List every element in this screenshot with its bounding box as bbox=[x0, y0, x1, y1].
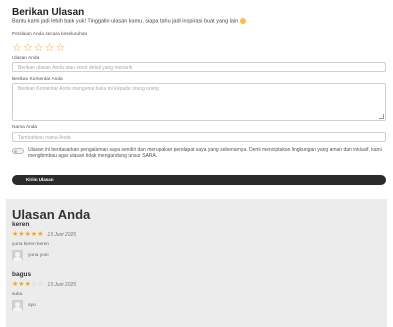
star-outline-icon[interactable]: ☆ bbox=[12, 42, 22, 53]
star-outline-icon[interactable]: ☆ bbox=[23, 42, 33, 53]
star-outline-icon[interactable]: ☆ bbox=[56, 42, 66, 53]
user-avatar-icon bbox=[12, 250, 23, 261]
reviewer: ayu bbox=[12, 300, 372, 311]
form-title: Berikan Ulasan bbox=[12, 7, 85, 18]
review-rating-stars: ★ ★ ★ ★ ★ bbox=[12, 231, 43, 238]
smile-emoji-icon bbox=[240, 18, 247, 24]
user-avatar-icon bbox=[12, 300, 23, 311]
review-rating-stars: ★ ★ ★ ☆ ☆ bbox=[12, 281, 43, 288]
review-date: 13 Juni 2025 bbox=[47, 281, 77, 288]
reviewer-name: yuna yuni bbox=[28, 253, 49, 258]
consent-toggle[interactable] bbox=[12, 148, 24, 154]
review-input-placeholder: Berikan ulasan Anda atau sorot detail ya… bbox=[18, 65, 133, 71]
review-title: bagus bbox=[12, 271, 32, 278]
review-body: yuna keren keren bbox=[12, 242, 50, 247]
reviewer-name: ayu bbox=[28, 303, 36, 308]
review-date: 13 Juni 2025 bbox=[47, 231, 77, 238]
comment-textarea[interactable]: Berikan Komentar Anda mengenai buku ini … bbox=[12, 83, 386, 121]
comment-textarea-placeholder: Berikan Komentar Anda mengenai buku ini … bbox=[18, 86, 159, 92]
reviews-title: Ulasan Anda bbox=[12, 207, 91, 222]
rating-label: Penilaian Anda secara keseluruhan bbox=[12, 32, 88, 37]
consent-row: Ulasan ini berdasarkan pengalaman saya s… bbox=[12, 147, 386, 160]
form-subtitle-text: Bantu kami jadi lebih baik yuk! Tinggali… bbox=[12, 18, 239, 25]
your-reviews-section: Ulasan Anda keren ★ ★ ★ ★ ★ 13 Juni 2025 yun… bbox=[6, 199, 387, 327]
review-item: keren ★ ★ ★ ★ ★ 13 Juni 2025 yuna keren kere… bbox=[12, 221, 372, 261]
reviewer: yuna yuni bbox=[12, 250, 372, 261]
consent-text: Ulasan ini berdasarkan pengalaman saya s… bbox=[28, 147, 382, 160]
comment-label: Berikan Komentar Anda bbox=[12, 77, 63, 82]
review-title: keren bbox=[12, 221, 30, 228]
name-label: Nama Anda bbox=[12, 125, 38, 130]
review-form: Berikan Ulasan Bantu kami jadi lebih bai… bbox=[6, 4, 387, 188]
review-input[interactable]: Berikan ulasan Anda atau sorot detail ya… bbox=[12, 62, 386, 72]
review-meta: ★ ★ ★ ☆ ☆ 13 Juni 2025 bbox=[12, 281, 372, 288]
star-outline-icon[interactable]: ☆ bbox=[45, 42, 55, 53]
star-empty-icon: ☆ bbox=[37, 280, 44, 288]
submit-review-button[interactable]: Kirim Ulasan bbox=[12, 175, 386, 185]
review-item: bagus ★ ★ ★ ☆ ☆ 13 Juni 2025 suka ayu bbox=[12, 271, 372, 311]
form-subtitle: Bantu kami jadi lebih baik yuk! Tinggali… bbox=[12, 18, 247, 25]
star-filled-icon: ★ bbox=[37, 230, 44, 238]
rating-stars-input[interactable]: ☆ ☆ ☆ ☆ ☆ bbox=[12, 42, 65, 53]
name-input-placeholder: Tambahkan nama Anda bbox=[18, 135, 71, 141]
name-input[interactable]: Tambahkan nama Anda bbox=[12, 132, 386, 142]
review-label: Ulasan Anda bbox=[12, 56, 40, 61]
star-outline-icon[interactable]: ☆ bbox=[34, 42, 44, 53]
resize-handle-icon[interactable] bbox=[379, 114, 384, 119]
review-body: suka bbox=[12, 292, 23, 297]
review-meta: ★ ★ ★ ★ ★ 13 Juni 2025 bbox=[12, 231, 372, 238]
